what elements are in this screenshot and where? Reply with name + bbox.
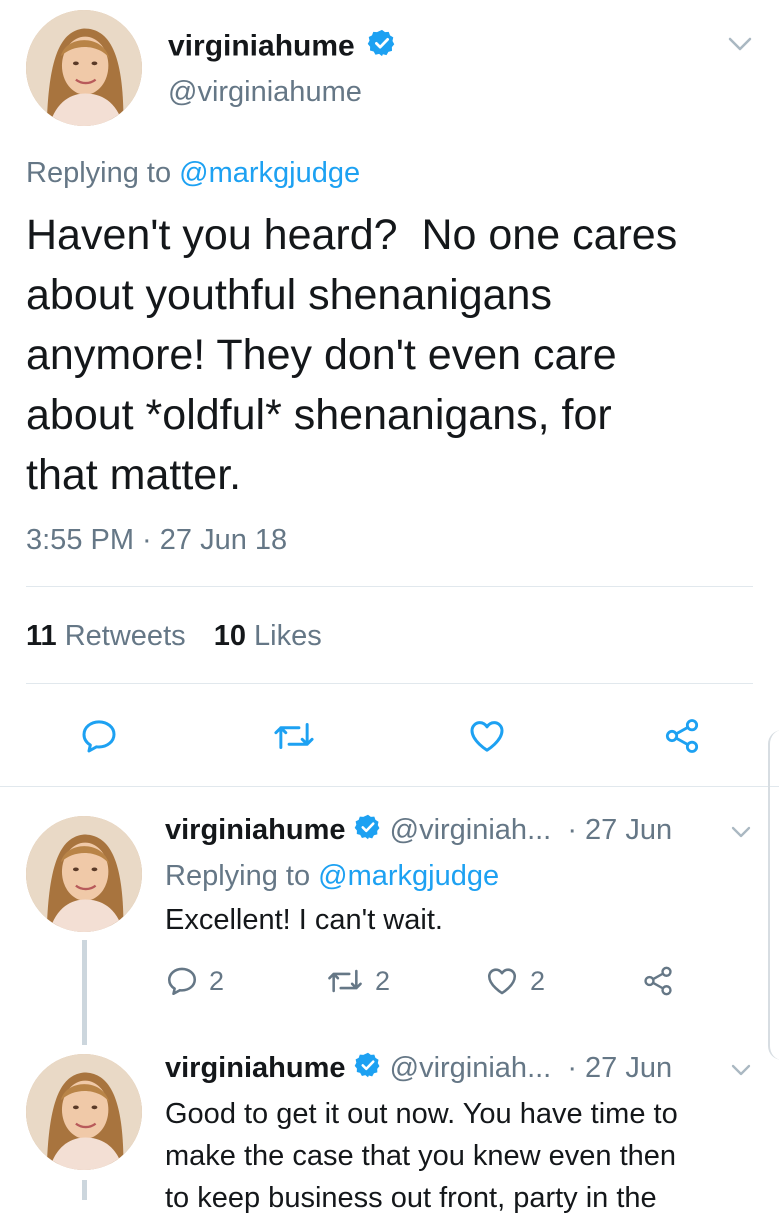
divider — [26, 683, 753, 684]
reply-count: 2 — [209, 965, 225, 996]
tweet-text: Good to get it out now. You have time to… — [165, 1098, 678, 1214]
retweet-count: 2 — [375, 965, 391, 996]
divider — [26, 586, 753, 587]
handle[interactable]: @virginiah... — [390, 1052, 552, 1084]
verified-badge-icon — [354, 1051, 382, 1088]
verified-badge-icon — [367, 28, 397, 67]
verified-badge-icon — [354, 813, 382, 850]
tweet-text: Excellent! I can't wait. — [165, 904, 443, 936]
likes-stat[interactable]: 10 Likes — [214, 620, 322, 652]
retweets-stat[interactable]: 11 Retweets — [26, 620, 194, 652]
display-name[interactable]: virginiahume — [165, 1052, 346, 1084]
chevron-down-icon[interactable] — [726, 1058, 756, 1082]
replying-to: Replying to @markgjudge — [165, 860, 500, 892]
like-count: 2 — [530, 965, 546, 996]
retweet-icon — [328, 969, 362, 993]
chevron-down-icon[interactable] — [726, 820, 756, 844]
heart-icon — [487, 968, 517, 995]
tweet-text: Haven't you heard? No one cares about yo… — [26, 211, 678, 499]
share-icon — [644, 966, 672, 996]
retweet-action[interactable]: 2 — [325, 964, 390, 998]
mention-link[interactable]: @markgjudge — [179, 157, 360, 189]
timestamp[interactable]: 3:55 PM · 27 Jun 18 — [26, 522, 287, 558]
reply-icon[interactable] — [75, 712, 123, 760]
mention-link[interactable]: @markgjudge — [318, 860, 499, 892]
engagement-stats: 11 Retweets 10 Likes — [26, 618, 322, 654]
avatar[interactable] — [26, 10, 142, 126]
reply-action[interactable]: 2 — [165, 964, 224, 998]
timestamp[interactable]: · 27 Jun — [567, 814, 672, 846]
retweet-icon[interactable] — [268, 712, 320, 760]
avatar[interactable] — [26, 1054, 142, 1170]
chevron-down-icon[interactable] — [722, 30, 758, 58]
thread-line — [82, 1180, 87, 1200]
thread-line — [82, 940, 87, 1045]
like-action[interactable]: 2 — [484, 964, 545, 998]
replying-to: Replying to @markgjudge — [26, 157, 361, 189]
timestamp[interactable]: · 27 Jun — [567, 1052, 672, 1084]
avatar[interactable] — [26, 816, 142, 932]
reply-icon — [167, 967, 197, 996]
section-divider — [0, 786, 779, 787]
display-name[interactable]: virginiahume — [165, 814, 346, 846]
share-action[interactable] — [640, 964, 686, 998]
share-icon[interactable] — [658, 712, 706, 760]
scroll-edge[interactable] — [768, 730, 779, 1060]
handle[interactable]: @virginiahume — [168, 74, 362, 110]
handle[interactable]: @virginiah... — [390, 814, 552, 846]
display-name[interactable]: virginiahume — [168, 29, 355, 62]
heart-icon[interactable] — [463, 712, 511, 760]
